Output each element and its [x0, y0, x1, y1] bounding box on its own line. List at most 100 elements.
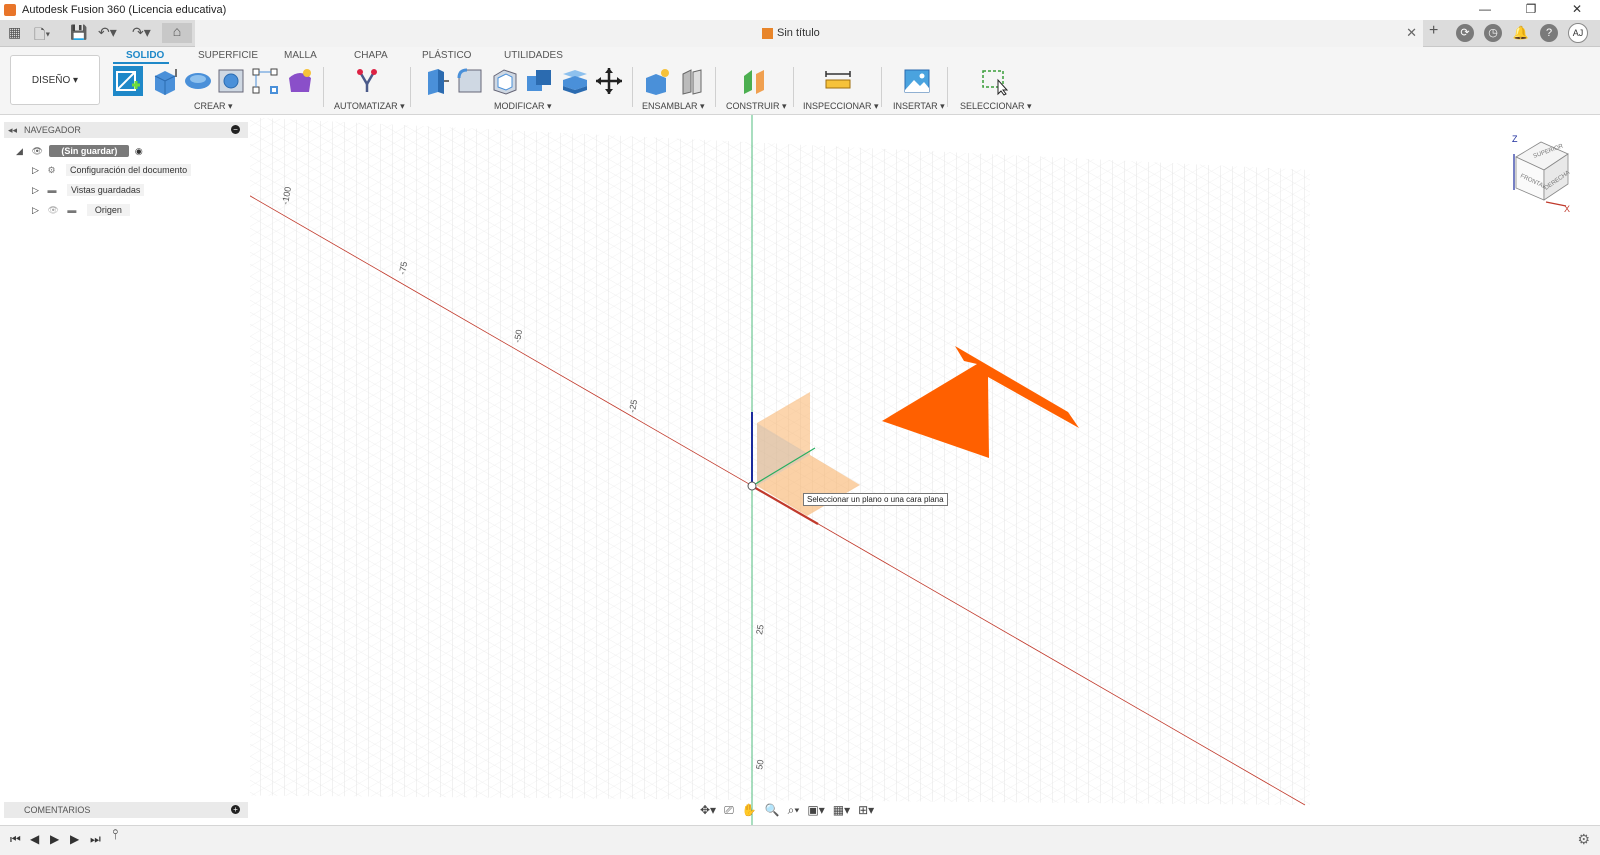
- insert-image-icon[interactable]: [902, 66, 932, 96]
- shell-icon[interactable]: [490, 66, 520, 96]
- title-bar: Autodesk Fusion 360 (Licencia educativa)…: [0, 0, 1600, 20]
- document-tab[interactable]: Sin título ✕: [195, 20, 1423, 47]
- grid-settings-icon[interactable]: ▦▾: [833, 803, 850, 821]
- tab-solido[interactable]: SOLIDO: [126, 50, 164, 61]
- comments-title: COMENTARIOS: [24, 805, 91, 815]
- root-component-label[interactable]: (Sin guardar): [49, 145, 130, 157]
- split-body-icon[interactable]: [559, 66, 589, 96]
- separator: [715, 67, 716, 107]
- grid-plane-secondary: [200, 115, 1310, 805]
- expand-arrow-icon[interactable]: ▷: [32, 205, 39, 215]
- close-tab-icon[interactable]: ✕: [1406, 25, 1417, 41]
- create-form-icon[interactable]: [285, 66, 315, 96]
- application-bar: ▦ 🗋▾ 💾 ↶▾ ↷▾ ⌂ Sin título ✕ + ⟳ ◷ 🔔 ? AJ: [0, 20, 1600, 47]
- group-ensamblar[interactable]: ENSAMBLAR ▾: [642, 101, 705, 112]
- hidden-eye-icon[interactable]: 👁: [47, 205, 58, 215]
- new-component-icon[interactable]: [642, 66, 672, 96]
- minimize-button[interactable]: —: [1462, 0, 1508, 20]
- new-tab-icon[interactable]: +: [1429, 22, 1438, 40]
- expand-arrow-icon[interactable]: ▷: [32, 165, 39, 175]
- notifications-icon[interactable]: 🔔: [1512, 24, 1530, 42]
- group-insertar[interactable]: INSERTAR ▾: [893, 101, 945, 112]
- redo-icon[interactable]: ↷▾: [132, 24, 151, 41]
- offset-plane-icon[interactable]: [740, 66, 770, 96]
- user-avatar[interactable]: AJ: [1568, 23, 1588, 43]
- tab-utilidades[interactable]: UTILIDADES: [504, 50, 563, 61]
- create-sketch-icon[interactable]: [112, 65, 144, 97]
- close-window-button[interactable]: ✕: [1554, 0, 1600, 20]
- zoom-icon[interactable]: 🔍: [765, 803, 780, 821]
- save-icon[interactable]: 💾: [70, 24, 87, 41]
- timeline-settings-icon[interactable]: ⚙: [1577, 831, 1590, 848]
- pin-icon[interactable]: −: [231, 125, 240, 134]
- job-status-icon[interactable]: ◷: [1484, 24, 1502, 42]
- root-component-row[interactable]: ◢ 👁 (Sin guardar) ◉: [16, 145, 143, 157]
- measure-icon[interactable]: [823, 66, 853, 96]
- viewports-icon[interactable]: ⊞▾: [858, 803, 874, 821]
- group-seleccionar[interactable]: SELECCIONAR ▾: [960, 101, 1032, 112]
- visibility-eye-icon[interactable]: 👁: [31, 146, 42, 156]
- navigator-header[interactable]: ◂◂ NAVEGADOR −: [4, 122, 248, 138]
- group-crear[interactable]: CREAR ▾: [194, 101, 233, 112]
- tab-chapa[interactable]: CHAPA: [354, 50, 388, 61]
- automate-icon[interactable]: [352, 66, 382, 96]
- pan-icon[interactable]: ✋: [742, 803, 757, 821]
- revolve-icon[interactable]: [183, 66, 213, 96]
- combine-icon[interactable]: [524, 66, 554, 96]
- play-icon[interactable]: ▶: [50, 832, 59, 846]
- extrude-icon[interactable]: [150, 66, 180, 96]
- nav-item-document-settings[interactable]: ▷ ⚙ Configuración del documento: [32, 164, 192, 176]
- tab-plastico[interactable]: PLÁSTICO: [422, 50, 471, 61]
- fillet-icon[interactable]: [455, 66, 485, 96]
- press-pull-icon[interactable]: [420, 66, 450, 96]
- add-comment-icon[interactable]: +: [231, 805, 240, 814]
- window-title: Autodesk Fusion 360 (Licencia educativa): [22, 4, 227, 16]
- nav-item-saved-views[interactable]: ▷ ▬ Vistas guardadas: [32, 184, 145, 196]
- group-automatizar[interactable]: AUTOMATIZAR ▾: [334, 101, 405, 112]
- nav-item-label: Configuración del documento: [66, 164, 192, 176]
- tab-malla[interactable]: MALLA: [284, 50, 317, 61]
- data-panel-grid-icon[interactable]: ▦: [8, 24, 21, 41]
- orbit-icon[interactable]: ✥▾: [700, 803, 716, 821]
- separator: [323, 67, 324, 107]
- viewcube[interactable]: SUPERIOR FRONTAL DERECHA Z X: [1506, 132, 1576, 217]
- file-menu-icon[interactable]: 🗋▾: [34, 24, 50, 48]
- separator: [793, 67, 794, 107]
- group-modificar[interactable]: MODIFICAR ▾: [494, 101, 552, 112]
- collapse-icon[interactable]: ◂◂: [8, 122, 17, 138]
- group-construir[interactable]: CONSTRUIR ▾: [726, 101, 787, 112]
- restore-button[interactable]: ❐: [1508, 0, 1554, 20]
- home-icon[interactable]: ⌂: [162, 23, 192, 43]
- look-at-icon[interactable]: ⎚: [724, 803, 734, 821]
- extensions-icon[interactable]: ⟳: [1456, 24, 1474, 42]
- go-to-start-icon[interactable]: ⏮: [10, 832, 21, 847]
- origin-point[interactable]: [747, 481, 757, 491]
- pattern-icon[interactable]: [250, 66, 280, 96]
- activate-radio-icon[interactable]: ◉: [135, 146, 143, 156]
- folder-icon: ▬: [47, 185, 57, 195]
- expand-triangle-icon[interactable]: ◢: [16, 146, 23, 156]
- move-copy-icon[interactable]: [594, 66, 624, 96]
- workspace-switcher[interactable]: DISEÑO ▾: [10, 55, 100, 105]
- step-forward-icon[interactable]: ▶: [70, 832, 79, 846]
- step-back-icon[interactable]: ◀: [30, 832, 39, 846]
- undo-icon[interactable]: ↶▾: [98, 24, 117, 41]
- tick-label: 25: [754, 624, 766, 636]
- canvas-viewport[interactable]: -100 -75 -50 -25 25 50: [200, 115, 1600, 825]
- help-icon[interactable]: ?: [1540, 24, 1558, 42]
- timeline-marker-icon[interactable]: ⫯: [112, 826, 118, 843]
- hole-icon[interactable]: [216, 66, 246, 96]
- select-window-icon[interactable]: [980, 66, 1010, 96]
- tab-superficie[interactable]: SUPERFICIE: [198, 50, 258, 61]
- joint-icon[interactable]: [677, 66, 707, 96]
- navigation-toolbar: ✥▾ ⎚ ✋ 🔍 ⌕▾ ▣▾ ▦▾ ⊞▾: [700, 803, 874, 821]
- group-inspeccionar[interactable]: INSPECCIONAR ▾: [803, 101, 879, 112]
- display-settings-icon[interactable]: ▣▾: [807, 803, 824, 821]
- expand-arrow-icon[interactable]: ▷: [32, 185, 39, 195]
- go-to-end-icon[interactable]: ⏭: [90, 832, 101, 847]
- fit-icon[interactable]: ⌕▾: [788, 803, 800, 821]
- nav-item-origin[interactable]: ▷ 👁 ▬ Origen: [32, 204, 130, 216]
- separator: [947, 67, 948, 107]
- comments-header[interactable]: COMENTARIOS +: [4, 802, 248, 818]
- document-cube-icon: [762, 28, 773, 39]
